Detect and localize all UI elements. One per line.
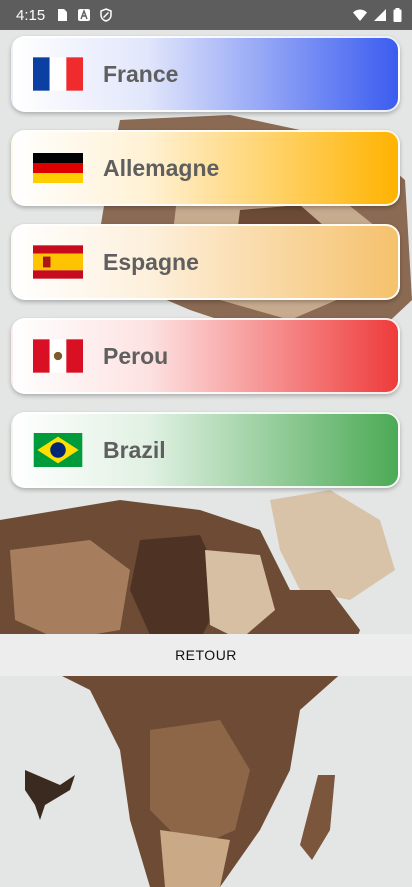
status-bar: 4:15 [0, 0, 412, 30]
country-card-peru[interactable]: Perou [11, 318, 400, 394]
germany-flag-icon [33, 153, 83, 183]
wifi-icon [353, 9, 367, 21]
brazil-flag-icon [33, 433, 83, 467]
signal-icon [374, 9, 386, 21]
spain-flag-icon [33, 245, 83, 279]
country-name: Brazil [103, 436, 166, 463]
back-bar: RETOUR [0, 634, 412, 676]
country-name: France [103, 60, 179, 87]
back-button[interactable]: RETOUR [175, 647, 237, 663]
shield-icon [100, 8, 112, 22]
a-badge-icon [78, 9, 91, 21]
country-name: Perou [103, 342, 169, 369]
country-card-brazil[interactable]: Brazil [11, 412, 400, 488]
battery-icon [393, 8, 402, 22]
country-card-germany[interactable]: Allemagne [11, 130, 400, 206]
peru-flag-icon [33, 339, 83, 373]
country-card-spain[interactable]: Espagne [11, 224, 400, 300]
country-name: Allemagne [103, 154, 220, 181]
status-time: 4:15 [16, 6, 46, 24]
sd-card-icon [58, 9, 68, 21]
country-card-france[interactable]: France [11, 36, 400, 112]
country-name: Espagne [103, 248, 199, 275]
france-flag-icon [33, 57, 83, 91]
